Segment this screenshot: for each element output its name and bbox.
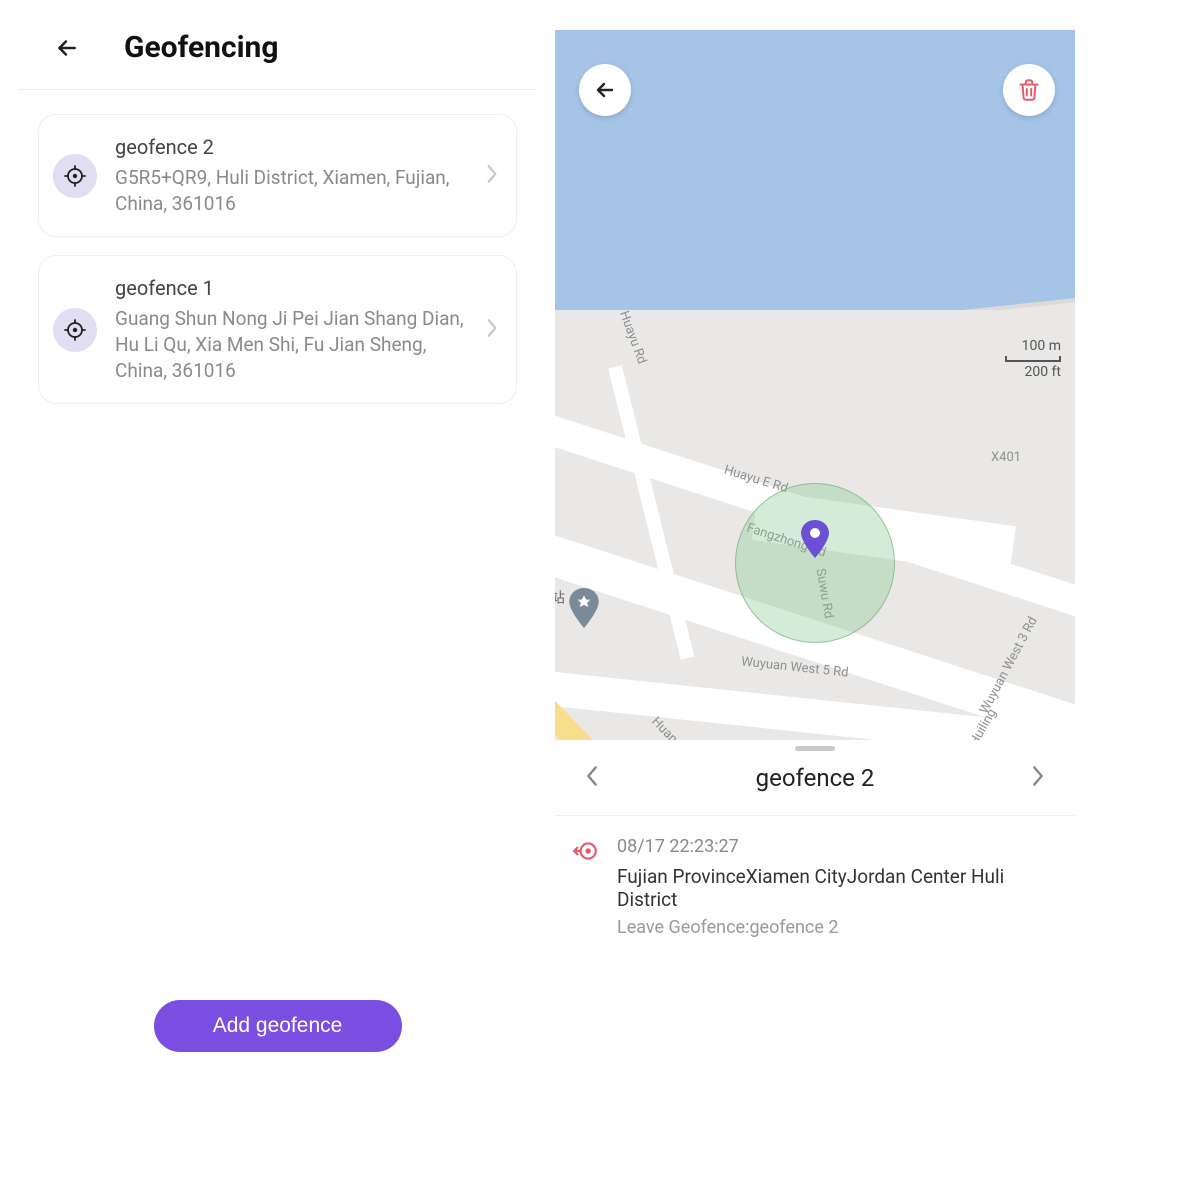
geofence-name: geofence 2 <box>115 135 474 159</box>
geofence-detail-panel: Huayu Rd Huayu E Rd Fangzhong Rd Suwu Rd… <box>555 30 1075 1070</box>
geofence-list-panel: Geofencing geofence 2 G5R5+QR9, Huli Dis… <box>0 0 555 1200</box>
event-item: 08/17 22:23:27 Fujian ProvinceXiamen Cit… <box>555 816 1075 938</box>
chevron-right-icon <box>1031 765 1045 787</box>
geofence-address: Guang Shun Nong Ji Pei Jian Shang Dian, … <box>115 306 474 383</box>
map-pin-icon <box>801 520 829 558</box>
location-target-icon <box>53 154 97 198</box>
page-title: Geofencing <box>124 30 279 65</box>
drag-handle[interactable] <box>795 746 835 751</box>
road-label: X401 <box>991 450 1021 465</box>
event-location: Fujian ProvinceXiamen CityJordan Center … <box>617 865 1057 911</box>
add-geofence-button[interactable]: Add geofence <box>154 1000 402 1052</box>
leave-geofence-icon <box>573 838 603 938</box>
next-geofence-button[interactable] <box>1025 759 1051 797</box>
scale-imperial: 200 ft <box>1005 364 1061 380</box>
geofence-item[interactable]: geofence 2 G5R5+QR9, Huli District, Xiam… <box>38 114 517 237</box>
chevron-right-icon <box>486 164 498 188</box>
delete-button[interactable] <box>1003 64 1055 116</box>
map-back-button[interactable] <box>579 64 631 116</box>
sheet-title: geofence 2 <box>756 764 875 792</box>
left-header: Geofencing <box>18 30 537 90</box>
poi-pin-icon <box>569 588 599 628</box>
event-description: Leave Geofence:geofence 2 <box>617 917 1057 938</box>
sheet-header: geofence 2 <box>555 757 1075 816</box>
scale-line-icon <box>1005 356 1061 362</box>
chevron-right-icon <box>486 318 498 342</box>
location-target-icon <box>53 308 97 352</box>
prev-geofence-button[interactable] <box>579 759 605 797</box>
geofence-address: G5R5+QR9, Huli District, Xiamen, Fujian,… <box>115 165 474 216</box>
geofence-name: geofence 1 <box>115 276 474 300</box>
geofence-list: geofence 2 G5R5+QR9, Huli District, Xiam… <box>0 90 555 404</box>
scale-metric: 100 m <box>1005 338 1061 354</box>
road-label: 站 <box>555 590 567 604</box>
arrow-left-icon <box>593 78 617 102</box>
chevron-left-icon <box>585 765 599 787</box>
detail-sheet: geofence 2 08/17 22:23:27 Fujian Provinc… <box>555 746 1075 938</box>
back-button[interactable] <box>54 35 80 61</box>
map-scale: 100 m 200 ft <box>1005 338 1061 380</box>
geofence-item[interactable]: geofence 1 Guang Shun Nong Ji Pei Jian S… <box>38 255 517 404</box>
event-timestamp: 08/17 22:23:27 <box>617 836 1057 857</box>
arrow-left-icon <box>54 35 80 61</box>
geofence-radius-overlay <box>735 483 895 643</box>
trash-icon <box>1016 77 1042 103</box>
map-view[interactable]: Huayu Rd Huayu E Rd Fangzhong Rd Suwu Rd… <box>555 30 1075 740</box>
